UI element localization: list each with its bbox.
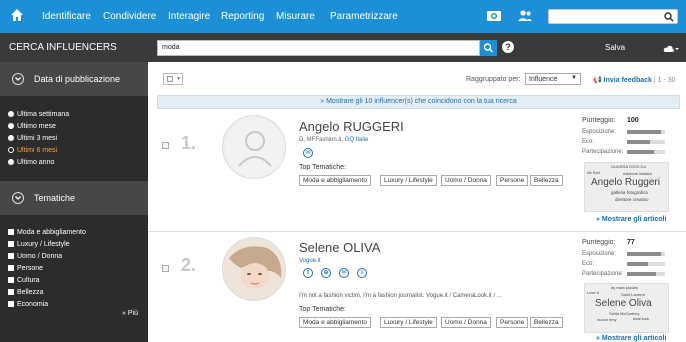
nav-parametrizzare[interactable]: Parametrizzare [330,11,398,22]
users-icon[interactable] [517,9,533,22]
influencer-name[interactable]: Angelo RUGGERI [299,119,404,134]
select-all-dropdown[interactable]: ▼ [163,73,183,85]
show-all-results-bar[interactable]: » Mostrare gli 10 influencer(s) che coin… [157,95,680,109]
grouped-by-select[interactable]: Influence ▼ [525,73,581,85]
nav-reporting[interactable]: Reporting [221,11,264,22]
topic-tag[interactable]: Persone [496,175,529,186]
metric-label: Eco: [582,139,595,145]
topics-title: Tematiche [34,193,76,203]
topic-tag[interactable]: Bellezza [530,175,563,186]
topic-tag[interactable]: Persone [496,317,529,328]
topic-tag[interactable]: Luxury / Lifestyle [380,317,437,328]
save-button[interactable]: Salva [605,43,625,52]
help-icon[interactable]: ? [502,41,514,53]
radio-ultima-settimana[interactable]: Ultima settimana [8,111,69,118]
search-icon[interactable] [664,12,674,22]
top-topics-label: Top Tematiche: [299,306,346,313]
show-articles-link[interactable]: » Mostrare gli articoli [596,216,666,223]
topic-checkbox[interactable]: Luxury / Lifestyle [8,241,70,248]
participation-bar [627,150,665,154]
score-label: Punteggio: [582,239,616,246]
topic-checkbox[interactable]: Moda e abbigliamento [8,229,86,236]
pub-date-title: Data di pubblicazione [34,74,121,84]
email-icon[interactable]: ✉ [339,268,349,278]
topic-checkbox[interactable]: Economia [8,301,48,308]
topics-header[interactable]: Tematiche [0,181,148,215]
top-nav: Identificare Condividere Interagire Repo… [0,0,686,33]
word-cloud: by marc jacobs Love it Saint Laurent Sel… [584,283,669,333]
word-cloud: GUARDA OGGI DU Alt Roll edizione limitat… [584,162,669,212]
score-value: 77 [627,239,635,246]
topic-tag[interactable]: Luxury / Lifestyle [380,175,437,186]
metric-label: Eco: [582,261,595,267]
search-button[interactable] [480,40,497,56]
top-topics-label: Top Tematiche: [299,164,346,171]
score-value: 100 [627,117,639,124]
participation-bar [627,272,665,276]
nav-identificare[interactable]: Identificare [42,11,91,22]
cloud-dropdown-icon[interactable] [663,44,679,53]
nav-misurare[interactable]: Misurare [276,11,315,22]
echo-bar [627,262,665,266]
pub-date-header[interactable]: Data di pubblicazione [0,62,148,96]
metric-label: Esposizione: [582,251,617,257]
nav-interagire[interactable]: Interagire [168,11,210,22]
more-topics-link[interactable]: » Più [122,310,138,317]
nav-condividere[interactable]: Condividere [103,11,156,22]
search-icon [483,43,493,53]
email-icon[interactable]: ✉ [303,148,313,158]
exposure-bar [627,252,665,256]
avatar[interactable] [222,115,286,179]
topic-tag[interactable]: Bellezza [530,317,563,328]
topic-checkbox[interactable]: Bellezza [8,289,43,296]
topic-tag[interactable]: Uomo / Donna [441,317,491,328]
topic-checkbox[interactable]: Persone [8,265,43,272]
top-search-input[interactable] [548,9,678,24]
result-rank: 1. [181,133,197,153]
photo-search-icon[interactable] [486,9,502,22]
radio-ultimi-3-mesi[interactable]: Ultimi 3 mesi [8,135,57,142]
avatar[interactable] [222,237,286,301]
score-label: Punteggio: [582,117,616,124]
result-checkbox[interactable] [162,142,169,149]
topic-tag[interactable]: Moda e abbigliamento [299,317,371,328]
topic-checkbox[interactable]: Uomo / Donna [8,253,62,260]
influencer-name[interactable]: Selene OLIVA [299,240,380,255]
result-checkbox[interactable] [162,265,169,272]
radio-ultimi-6-mesi[interactable]: Ultimi 6 mesi [8,147,57,154]
influencer-outlets: D, MFFashion.it, GQ Italie [299,137,369,143]
topic-checkbox[interactable]: Cultura [8,277,40,284]
radio-ultimo-anno[interactable]: Ultimo anno [8,159,54,166]
grouped-by-label: Raggruppato per: [466,76,521,83]
page-title: CERCA INFLUENCERS [9,42,117,53]
exposure-bar [627,130,665,134]
result-rank: 2. [181,255,197,275]
show-articles-link[interactable]: » Mostrare gli articoli [596,335,666,342]
feedback-icon: 📢 [593,77,604,84]
web-icon[interactable]: ⊕ [321,268,331,278]
home-icon[interactable] [10,8,24,22]
echo-bar [627,140,665,144]
twitter-icon[interactable]: t [303,268,313,278]
topic-tag[interactable]: Moda e abbigliamento [299,175,371,186]
profile-photo [223,238,285,300]
metric-label: Esposizione: [582,129,617,135]
influencer-bio: I'm not a fashion victim. I'm a fashion … [299,293,502,299]
influencer-search-input[interactable]: moda [157,40,480,56]
default-avatar-icon [225,118,285,178]
chevron-down-icon [12,73,24,85]
metric-label: Partecipazione: [582,271,624,277]
influencer-outlets: Vogue.it [299,258,321,264]
feedback-link[interactable]: 📢 Invia feedback | 1 - 30 [593,76,676,84]
radio-ultimo-mese[interactable]: Ultimo mese [8,123,56,130]
chevron-down-icon [12,192,24,204]
metric-label: Partecipazione: [582,149,624,155]
topic-tag[interactable]: Uomo / Donna [441,175,491,186]
contact-icon[interactable]: ≡ [357,268,367,278]
divider [148,231,686,232]
